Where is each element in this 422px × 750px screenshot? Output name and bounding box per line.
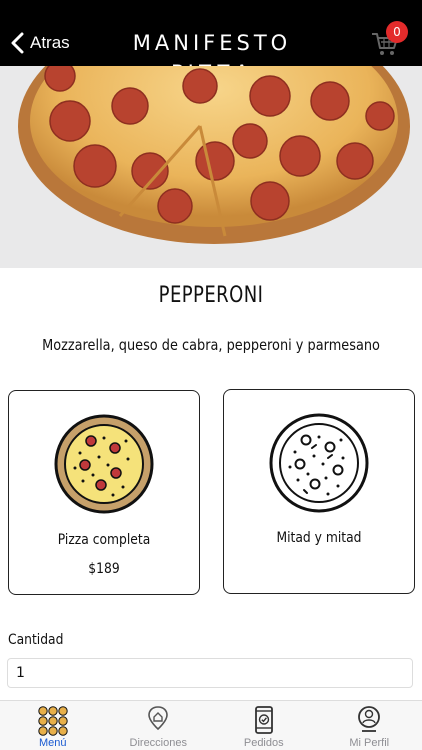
phone-order-icon	[254, 706, 273, 734]
option-price: $189	[88, 561, 120, 577]
chevron-left-icon	[11, 32, 24, 54]
quantity-label: Cantidad	[8, 632, 64, 648]
location-icon	[148, 706, 169, 731]
tab-mi-perfil[interactable]: Mi Perfil	[317, 701, 422, 750]
pizza-photo-image	[0, 66, 422, 268]
quantity-input[interactable]	[7, 658, 413, 688]
option-full-pizza[interactable]: Pizza completa $189	[8, 390, 200, 595]
tab-label: Mi Perfil	[349, 737, 390, 749]
tab-menu[interactable]: Menú	[0, 701, 106, 750]
full-pizza-icon	[54, 414, 154, 514]
bottom-tab-bar: Menú Direcciones Pedidos Mi Perfil	[0, 700, 422, 750]
option-label: Mitad y mitad	[276, 530, 362, 546]
tab-label: Menú	[38, 737, 67, 749]
tab-direcciones[interactable]: Direcciones	[106, 701, 212, 750]
top-bar: Atras MANIFESTO PIZZA 0	[0, 0, 422, 85]
tab-pedidos[interactable]: Pedidos	[211, 701, 317, 750]
grid-menu-icon	[38, 706, 68, 736]
tab-label: Pedidos	[243, 737, 284, 749]
back-label: Atras	[30, 33, 70, 52]
product-description: Mozzarella, queso de cabra, pepperoni y …	[42, 336, 380, 354]
profile-icon	[358, 706, 381, 732]
product-title: PEPPERONI	[158, 283, 264, 308]
option-label: Pizza completa	[57, 532, 151, 548]
tab-label: Direcciones	[129, 737, 187, 749]
option-half-half[interactable]: Mitad y mitad	[223, 389, 415, 594]
half-half-pizza-icon	[269, 413, 369, 513]
cart-count-badge: 0	[386, 21, 408, 43]
pizza-photo	[0, 66, 422, 268]
back-button[interactable]: Atras	[10, 28, 70, 58]
